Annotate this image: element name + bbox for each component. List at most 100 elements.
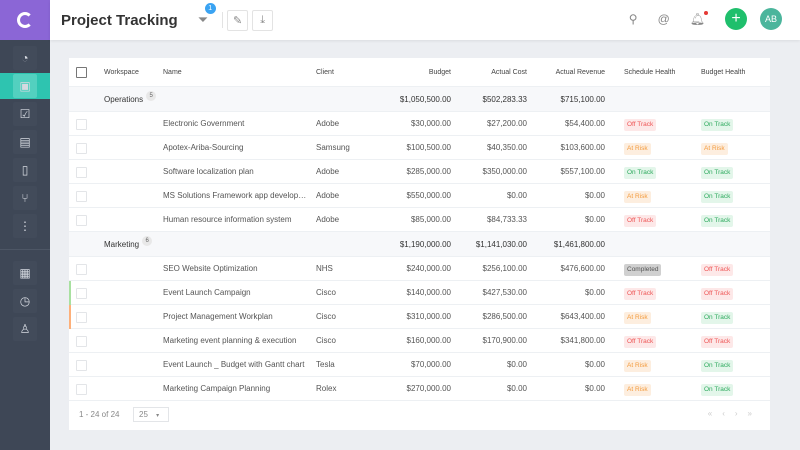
table-row[interactable]: Software localization plan Adobe $285,00… (69, 160, 770, 184)
budget: $310,000.00 (406, 312, 452, 321)
group-revenue: $1,461,800.00 (553, 240, 605, 249)
schedule-health-badge: On Track (624, 167, 657, 179)
table-row[interactable]: Apotex-Ariba-Sourcing Samsung $100,500.0… (69, 136, 770, 160)
table-row[interactable]: Project Management Workplan Cisco $310,0… (69, 305, 770, 329)
sidebar-item-clock[interactable]: ◷ (0, 288, 50, 314)
table-row[interactable]: Electronic Government Adobe $30,000.00 $… (69, 112, 770, 136)
table-row[interactable]: SEO Website Optimization NHS $240,000.00… (69, 257, 770, 281)
project-name[interactable]: Apotex-Ariba-Sourcing (163, 136, 308, 160)
col-actual-revenue[interactable]: Actual Revenue (556, 58, 605, 87)
user-check-icon: ♙ (13, 317, 37, 341)
row-checkbox[interactable] (76, 143, 87, 154)
group-row[interactable]: Marketing 6 $1,190,000.00 $1,141,030.00 $… (69, 232, 770, 257)
schedule-health-badge: Off Track (624, 288, 657, 300)
project-name[interactable]: Human resource information system (163, 208, 308, 232)
project-name[interactable]: Software localization plan (163, 160, 308, 184)
group-count: 5 (146, 91, 157, 101)
col-actual-cost[interactable]: Actual Cost (491, 58, 527, 87)
project-name[interactable]: Event Launch _ Budget with Gantt chart (163, 353, 308, 377)
actual-revenue: $476,600.00 (560, 264, 606, 273)
filter-button[interactable]: ⏷ 1 (197, 3, 216, 28)
add-button[interactable]: + (725, 8, 747, 30)
mention-icon[interactable]: @ (658, 12, 670, 26)
row-checkbox[interactable] (76, 191, 87, 202)
clock-icon: ◷ (13, 289, 37, 313)
budget: $70,000.00 (410, 360, 451, 369)
caret-down-icon: ▾ (156, 413, 160, 419)
table-row[interactable]: Marketing Campaign Planning Rolex $270,0… (69, 377, 770, 401)
export-button[interactable]: ⤓ (252, 9, 274, 31)
sidebar-item-more[interactable]: ⋮ (0, 213, 50, 239)
project-name[interactable]: Event Launch Campaign (163, 281, 308, 305)
header: Project Tracking ⏷ 1 ✎ ⤓ ⚲ @ 🔔︎ + AB (50, 0, 800, 40)
sidebar-item-presentation[interactable]: ▤ (0, 129, 50, 155)
sidebar-item-briefcase[interactable]: ▣ (0, 73, 50, 99)
row-checkbox[interactable] (76, 312, 87, 323)
col-schedule-health[interactable]: Schedule Health (624, 58, 675, 87)
sidebar-item-chart[interactable]: ▦ (0, 260, 50, 286)
budget: $550,000.00 (406, 191, 452, 200)
table-row[interactable]: Human resource information system Adobe … (69, 208, 770, 232)
schedule-health-badge: At Risk (624, 384, 651, 396)
sidebar-item-document[interactable]: ▯ (0, 157, 50, 183)
sidebar-item-branch[interactable]: ⑂ (0, 185, 50, 211)
edit-button[interactable]: ✎ (227, 9, 249, 31)
row-checkbox[interactable] (76, 215, 87, 226)
schedule-health-badge: At Risk (624, 143, 651, 155)
schedule-health-badge: At Risk (624, 312, 651, 324)
page-nav[interactable]: «‹›» (708, 409, 762, 418)
project-name[interactable]: MS Solutions Framework app development (163, 184, 308, 208)
project-name[interactable]: Electronic Government (163, 112, 308, 136)
sidebar-item-user-check[interactable]: ♙ (0, 316, 50, 342)
actual-cost: $84,733.33 (486, 215, 527, 224)
project-name[interactable]: Project Management Workplan (163, 305, 308, 329)
budget-health-badge: On Track (701, 215, 734, 227)
project-name[interactable]: Marketing Campaign Planning (163, 377, 308, 401)
client: Adobe (316, 167, 340, 176)
col-workspace[interactable]: Workspace (104, 58, 139, 87)
group-row[interactable]: Operations 5 $1,050,500.00 $502,283.33 $7… (69, 87, 770, 112)
actual-revenue: $0.00 (584, 215, 605, 224)
branch-icon: ⑂ (13, 186, 37, 210)
search-icon[interactable]: ⚲ (629, 12, 638, 26)
actual-cost: $170,900.00 (482, 336, 528, 345)
avatar[interactable]: AB (760, 8, 782, 30)
actual-revenue: $54,400.00 (564, 119, 605, 128)
budget-health-badge: Off Track (701, 336, 734, 348)
project-name[interactable]: Marketing event planning & execution (163, 329, 308, 353)
row-color-strip (69, 305, 71, 329)
col-budget[interactable]: Budget (429, 58, 451, 87)
actual-revenue: $0.00 (584, 384, 605, 393)
bell-icon[interactable]: 🔔︎ (690, 11, 708, 26)
chart-icon: ▦ (13, 261, 37, 285)
app-logo[interactable] (0, 0, 50, 40)
row-color-strip (69, 281, 71, 305)
table-row[interactable]: Event Launch _ Budget with Gantt chart T… (69, 353, 770, 377)
table-row[interactable]: Marketing event planning & execution Cis… (69, 329, 770, 353)
select-all-checkbox[interactable] (76, 67, 87, 78)
row-checkbox[interactable] (76, 360, 87, 371)
table-row[interactable]: MS Solutions Framework app development A… (69, 184, 770, 208)
sidebar-item-dashboard[interactable]: ◔ (0, 45, 50, 71)
col-client[interactable]: Client (316, 58, 334, 87)
row-checkbox[interactable] (76, 288, 87, 299)
dashboard-icon: ◔ (13, 46, 37, 70)
budget: $240,000.00 (406, 264, 452, 273)
schedule-health-badge: Completed (624, 264, 662, 276)
page-size-select[interactable]: 25 ▾ (133, 407, 169, 422)
actual-cost: $256,100.00 (482, 264, 528, 273)
project-name[interactable]: SEO Website Optimization (163, 257, 308, 281)
row-checkbox[interactable] (76, 264, 87, 275)
filter-icon: ⏷ (197, 12, 209, 27)
row-checkbox[interactable] (76, 167, 87, 178)
row-checkbox[interactable] (76, 384, 87, 395)
budget-health-badge: On Track (701, 191, 734, 203)
row-checkbox[interactable] (76, 336, 87, 347)
row-checkbox[interactable] (76, 119, 87, 130)
col-budget-health[interactable]: Budget Health (701, 58, 745, 87)
schedule-health-badge: Off Track (624, 119, 657, 131)
sidebar-item-clipboard-check[interactable]: ☑ (0, 101, 50, 127)
budget-health-badge: Off Track (701, 264, 734, 276)
table-row[interactable]: Event Launch Campaign Cisco $140,000.00 … (69, 281, 770, 305)
col-name[interactable]: Name (163, 58, 308, 87)
